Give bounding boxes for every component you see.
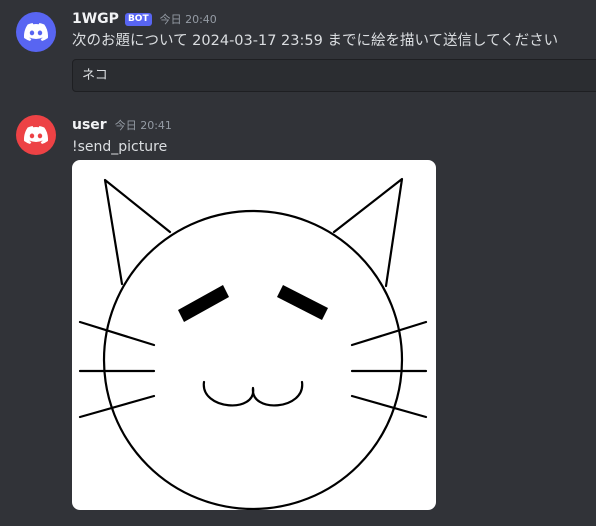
- cat-left-ear: [103, 178, 172, 286]
- timestamp[interactable]: 今日 20:41: [115, 117, 172, 133]
- cat-whisker-right-bottom: [350, 394, 428, 419]
- cat-head: [102, 209, 404, 510]
- discord-logo-icon: [24, 126, 48, 144]
- cat-whisker-right-top: [350, 320, 428, 347]
- cat-whisker-left-top: [78, 320, 156, 347]
- message-content: !send_picture: [72, 139, 168, 155]
- image-attachment[interactable]: [72, 160, 436, 510]
- message-user: user 今日 20:41 !send_picture: [0, 0, 596, 526]
- cat-right-ear: [332, 177, 404, 288]
- username[interactable]: user: [72, 117, 107, 133]
- cat-mouth: [202, 380, 304, 407]
- avatar-user[interactable]: [16, 115, 56, 155]
- cat-right-eye: [277, 285, 328, 320]
- cat-whisker-left-bottom: [78, 394, 156, 419]
- cat-face-drawing: [78, 177, 428, 510]
- message-header: user 今日 20:41: [72, 116, 172, 134]
- cat-left-eye: [178, 285, 229, 322]
